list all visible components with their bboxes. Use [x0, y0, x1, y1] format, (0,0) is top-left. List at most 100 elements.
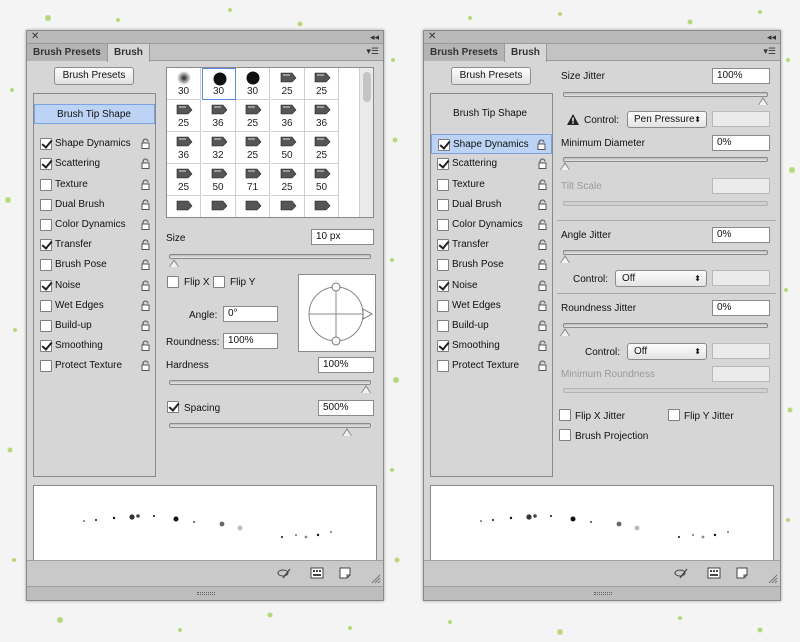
lock-icon[interactable] [537, 340, 548, 352]
panel-menu-icon[interactable]: ▾☰ [366, 46, 379, 57]
sidebar-checkbox[interactable] [40, 138, 52, 151]
size-field[interactable]: 10 px [311, 229, 374, 245]
sidebar-checkbox[interactable] [437, 320, 449, 332]
panel-menu-icon[interactable]: ▾☰ [763, 46, 776, 57]
tab-brush-presets[interactable]: Brush Presets [27, 44, 108, 61]
sidebar-checkbox[interactable] [437, 239, 449, 252]
brush-tip-cell[interactable] [167, 196, 201, 217]
sidebar-item-brush-pose[interactable]: Brush Pose [431, 255, 552, 275]
sidebar-checkbox[interactable] [437, 198, 449, 211]
brush-tip-cell[interactable]: 25 [236, 100, 270, 132]
collapse-icon[interactable]: ◂◂ [370, 31, 379, 43]
lock-icon[interactable] [140, 280, 151, 291]
control-select-3[interactable]: Off ⬍ [627, 343, 707, 360]
sidebar-checkbox[interactable] [40, 259, 52, 272]
brush-grid-icon[interactable] [310, 566, 324, 580]
tab-brush-presets[interactable]: Brush Presets [424, 44, 505, 61]
flip-x-checkbox[interactable] [167, 276, 179, 288]
sidebar-item-noise[interactable]: Noise [431, 276, 552, 296]
brush-tip-cell[interactable]: 36 [167, 132, 201, 164]
sidebar-item-wet-edges[interactable]: Wet Edges [34, 296, 155, 316]
brush-tip-cell[interactable]: 25 [236, 132, 270, 164]
roundness-jitter-field[interactable]: 0% [712, 300, 770, 316]
sidebar-item-transfer[interactable]: Transfer [34, 235, 155, 255]
size-slider-thumb[interactable] [169, 259, 179, 267]
lock-icon[interactable] [140, 179, 151, 190]
sidebar-item-smoothing[interactable]: Smoothing [34, 336, 155, 356]
brush-tip-cell[interactable]: 36 [201, 100, 236, 132]
flip-y-jitter-checkbox[interactable] [668, 409, 680, 421]
brush-presets-button[interactable]: Brush Presets [451, 67, 531, 85]
lock-icon[interactable] [140, 259, 151, 271]
angle-roundness-widget[interactable] [298, 274, 376, 352]
flip-y-checkbox[interactable] [213, 276, 225, 288]
brush-tip-cell[interactable]: 30 [236, 68, 270, 100]
sidebar-checkbox[interactable] [437, 360, 449, 373]
sidebar-item-smoothing[interactable]: Smoothing [431, 336, 552, 356]
sidebar-item-protect-texture[interactable]: Protect Texture [34, 356, 155, 376]
lock-icon[interactable] [537, 360, 548, 372]
new-brush-icon[interactable] [735, 566, 749, 580]
sidebar-item-protect-texture[interactable]: Protect Texture [431, 356, 552, 376]
sidebar-item-scattering[interactable]: Scattering [431, 154, 552, 174]
lock-icon[interactable] [537, 320, 548, 331]
sidebar-checkbox[interactable] [437, 279, 449, 292]
roundness-jitter-slider-thumb[interactable] [560, 328, 570, 336]
hardness-slider-thumb[interactable] [361, 385, 371, 393]
brush-tip-cell[interactable]: 32 [201, 132, 236, 164]
size-jitter-slider[interactable] [563, 92, 768, 105]
close-icon[interactable]: ✕ [31, 31, 39, 43]
close-icon[interactable]: ✕ [428, 31, 436, 43]
angle-field[interactable]: 0° [223, 306, 278, 322]
sidebar-item-texture[interactable]: Texture [431, 175, 552, 195]
size-jitter-field[interactable]: 100% [712, 68, 770, 84]
angle-jitter-field[interactable]: 0% [712, 227, 770, 243]
sidebar-item-dual-brush[interactable]: Dual Brush [34, 195, 155, 215]
lock-icon[interactable] [140, 219, 151, 230]
brush-tip-cell[interactable]: 50 [305, 164, 339, 196]
sidebar-item-build-up[interactable]: Build-up [431, 316, 552, 336]
sidebar-item-color-dynamics[interactable]: Color Dynamics [431, 215, 552, 235]
sidebar-checkbox[interactable] [437, 178, 449, 191]
brush-tip-cell[interactable]: 25 [305, 132, 339, 164]
lock-icon[interactable] [537, 259, 548, 271]
size-jitter-slider-thumb[interactable] [758, 97, 768, 105]
resize-grip-icon[interactable] [768, 574, 778, 584]
brush-tip-cell[interactable] [202, 196, 236, 217]
sidebar-item-color-dynamics[interactable]: Color Dynamics [34, 215, 155, 235]
spacing-slider-thumb[interactable] [341, 428, 352, 436]
sidebar-checkbox[interactable] [40, 219, 52, 231]
tab-brush[interactable]: Brush [107, 44, 150, 62]
lock-icon[interactable] [140, 360, 151, 372]
collapse-icon[interactable]: ◂◂ [767, 31, 776, 43]
lock-icon[interactable] [537, 239, 548, 251]
minimum-diameter-slider-thumb[interactable] [560, 162, 570, 170]
lock-icon[interactable] [140, 158, 151, 170]
brush-tip-cell[interactable]: 25 [270, 164, 305, 196]
sidebar-checkbox[interactable] [437, 340, 449, 353]
new-brush-icon[interactable] [338, 566, 352, 580]
sidebar-item-brush-pose[interactable]: Brush Pose [34, 255, 155, 275]
sidebar-item-texture[interactable]: Texture [34, 175, 155, 195]
spacing-slider[interactable] [169, 423, 371, 436]
brush-tip-cell[interactable] [305, 196, 339, 217]
sidebar-checkbox[interactable] [40, 239, 52, 252]
sidebar-item-brush-tip-shape[interactable]: Brush Tip Shape [34, 104, 155, 124]
tab-brush[interactable]: Brush [504, 44, 547, 62]
lock-icon[interactable] [537, 179, 548, 190]
control-select-2[interactable]: Off ⬍ [615, 270, 707, 287]
lock-icon[interactable] [537, 219, 548, 230]
sidebar-checkbox[interactable] [40, 178, 52, 191]
sidebar-item-wet-edges[interactable]: Wet Edges [431, 296, 552, 316]
sidebar-item-transfer[interactable]: Transfer [431, 235, 552, 255]
flip-x-jitter-checkbox[interactable] [559, 409, 571, 421]
sidebar-checkbox[interactable] [437, 259, 449, 272]
toggle-live-tip-icon[interactable] [277, 566, 291, 580]
lock-icon[interactable] [537, 300, 548, 311]
panel-grip[interactable] [27, 586, 383, 600]
minimum-diameter-field[interactable]: 0% [712, 135, 770, 151]
sidebar-checkbox[interactable] [40, 320, 52, 332]
brush-tip-cell[interactable]: 50 [201, 164, 236, 196]
roundness-jitter-slider[interactable] [560, 323, 768, 336]
sidebar-checkbox[interactable] [437, 299, 449, 312]
